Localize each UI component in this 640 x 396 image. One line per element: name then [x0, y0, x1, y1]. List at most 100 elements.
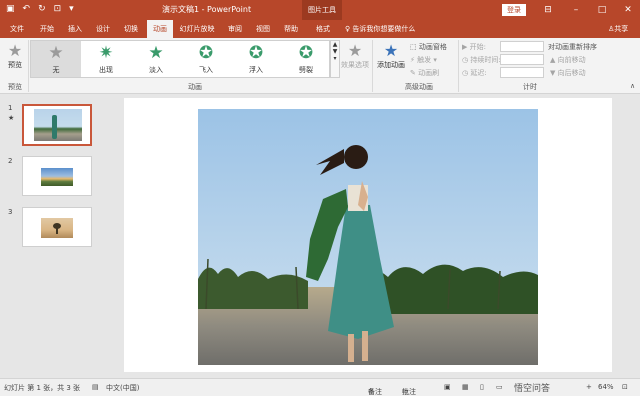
figure-shape: [52, 115, 57, 139]
save-icon[interactable]: ▣: [6, 3, 15, 15]
language-indicator[interactable]: 中文(中国): [106, 383, 139, 393]
star-burst-icon: ✷: [98, 43, 114, 63]
close-icon[interactable]: ✕: [620, 2, 636, 18]
title-bar: ▣ ↶ ↻ ⊡ ▾ 演示文稿1 - PowerPoint 图片工具 登录 ⊟ –…: [0, 0, 640, 20]
effect-options-button[interactable]: ★ 效果选项: [340, 42, 370, 70]
zoom-level[interactable]: 64%: [598, 383, 614, 391]
gallery-scroll[interactable]: ▲ ▼ ▾: [330, 40, 340, 78]
maximize-icon[interactable]: □: [594, 2, 610, 18]
share-label: 共享: [614, 25, 629, 33]
normal-view-icon[interactable]: ▣: [444, 383, 451, 391]
animation-label: 淡入: [149, 66, 163, 74]
slide-info: 幻灯片 第 1 张，共 3 张: [4, 384, 81, 392]
reorder-label: 对动画重新排序: [548, 43, 597, 51]
beach-photo-illustration: [198, 109, 538, 365]
zoom-in-icon[interactable]: +: [586, 383, 592, 391]
thumbnail-photo: [34, 109, 82, 141]
thumbnail-photo: [41, 168, 73, 186]
reading-view-icon[interactable]: ▯: [480, 383, 484, 391]
chevron-down-icon[interactable]: ▼: [331, 48, 339, 55]
picture-tools-label: 图片工具: [302, 0, 342, 20]
animation-fly-in[interactable]: ✪ 飞入: [181, 41, 231, 77]
tab-help[interactable]: 帮助: [280, 20, 302, 38]
collapse-ribbon-icon[interactable]: ∧: [630, 82, 635, 90]
tab-format[interactable]: 格式: [310, 20, 336, 38]
preview-button[interactable]: ★ 预览: [4, 42, 26, 70]
present-icon[interactable]: ⊡: [54, 3, 62, 15]
slide-thumbnail-1[interactable]: [22, 104, 92, 146]
slide-sorter-icon[interactable]: ▦: [462, 383, 469, 391]
dropdown-icon[interactable]: ▾: [69, 3, 74, 15]
start-label: ▶ 开始:: [462, 43, 486, 51]
animation-painter-button[interactable]: ✎ 动画刷: [410, 68, 439, 78]
tell-me-search[interactable]: ♀ 告诉我你想要做什么: [345, 20, 415, 38]
thumbnail-pane: 1 ★ 2 3: [0, 95, 116, 377]
tab-design[interactable]: 设计: [92, 20, 114, 38]
duration-label: ◷ 持续时间:: [462, 56, 501, 64]
thumbnail-photo: [41, 218, 73, 238]
divider: [28, 40, 29, 92]
tab-file[interactable]: 文件: [6, 20, 28, 38]
minimize-icon[interactable]: –: [568, 2, 584, 18]
animation-pane-button[interactable]: ⬚ 动画窗格: [410, 42, 447, 52]
trunk-shape: [56, 228, 58, 234]
watermark-text: 悟空问答: [514, 384, 551, 394]
animation-label: 劈裂: [299, 66, 313, 74]
slide-thumbnail-2[interactable]: [22, 156, 92, 196]
tab-insert[interactable]: 插入: [64, 20, 86, 38]
slide-photo[interactable]: [198, 109, 538, 365]
animation-gallery: ★ 无 ✷ 出现 ★ 淡入 ✪ 飞入 ✪ 浮入 ✪ 劈裂: [30, 40, 330, 78]
animation-label: 出现: [99, 66, 113, 74]
animation-fade[interactable]: ★ 淡入: [131, 41, 181, 77]
animation-pane-label: 动画窗格: [418, 43, 447, 51]
ribbon-tabs: 文件 开始 插入 设计 切换 动画 幻灯片放映 审阅 视图 帮助 格式 ♀ 告诉…: [0, 20, 640, 38]
move-later-button[interactable]: ▼ 向后移动: [550, 68, 586, 78]
animation-label: 浮入: [249, 66, 263, 74]
trigger-button[interactable]: ⚡ 触发 ▾: [410, 55, 437, 65]
effect-options-label: 效果选项: [341, 61, 369, 69]
add-animation-label: 添加动画: [377, 61, 405, 69]
tab-view[interactable]: 视图: [252, 20, 274, 38]
share-button[interactable]: ♙共享: [608, 20, 628, 38]
undo-icon[interactable]: ↶: [23, 3, 31, 15]
animation-none[interactable]: ★ 无: [31, 41, 81, 77]
star-icon: ★: [148, 43, 164, 63]
more-icon[interactable]: ▾: [331, 55, 339, 62]
tell-me-text: 告诉我你想要做什么: [352, 25, 416, 33]
duration-field[interactable]: [500, 54, 544, 65]
timing-group-label: 计时: [523, 83, 537, 91]
ribbon-options-icon[interactable]: ⊟: [540, 2, 556, 18]
slide-number: 3: [8, 208, 13, 216]
add-animation-button[interactable]: ★ 添加动画: [374, 42, 408, 70]
login-button[interactable]: 登录: [502, 4, 526, 16]
chevron-up-icon[interactable]: ▲: [331, 41, 339, 48]
down-arrow-icon: ▼: [550, 69, 558, 77]
advanced-group-label: 高级动画: [405, 83, 433, 91]
star-icon: ✪: [198, 43, 214, 63]
slide-thumbnail-3[interactable]: [22, 207, 92, 247]
window-title: 演示文稿1 - PowerPoint: [162, 5, 252, 14]
up-arrow-icon: ▲: [550, 56, 558, 64]
fit-slide-icon[interactable]: ⊡: [622, 383, 628, 391]
start-select[interactable]: [500, 41, 544, 52]
brush-icon: ✎: [410, 69, 419, 77]
preview-label: 预览: [8, 61, 22, 69]
redo-icon[interactable]: ↻: [38, 3, 46, 15]
effect-star-icon: ★: [347, 41, 363, 60]
tab-slideshow[interactable]: 幻灯片放映: [177, 20, 217, 38]
tab-home[interactable]: 开始: [36, 20, 58, 38]
animation-float-in[interactable]: ✪ 浮入: [231, 41, 281, 77]
play-icon: ▶: [462, 43, 470, 51]
trigger-label: 触发: [417, 56, 432, 64]
preview-group-label: 预览: [8, 83, 22, 91]
animation-appear[interactable]: ✷ 出现: [81, 41, 131, 77]
move-earlier-button[interactable]: ▲ 向前移动: [550, 55, 586, 65]
spellcheck-icon[interactable]: ▤: [92, 383, 99, 391]
delay-field[interactable]: [500, 67, 544, 78]
slideshow-view-icon[interactable]: ▭: [496, 383, 503, 391]
tab-transitions[interactable]: 切换: [120, 20, 142, 38]
animation-label: 飞入: [199, 66, 213, 74]
tab-animations[interactable]: 动画: [147, 20, 173, 38]
animation-split[interactable]: ✪ 劈裂: [281, 41, 331, 77]
tab-review[interactable]: 审阅: [224, 20, 246, 38]
